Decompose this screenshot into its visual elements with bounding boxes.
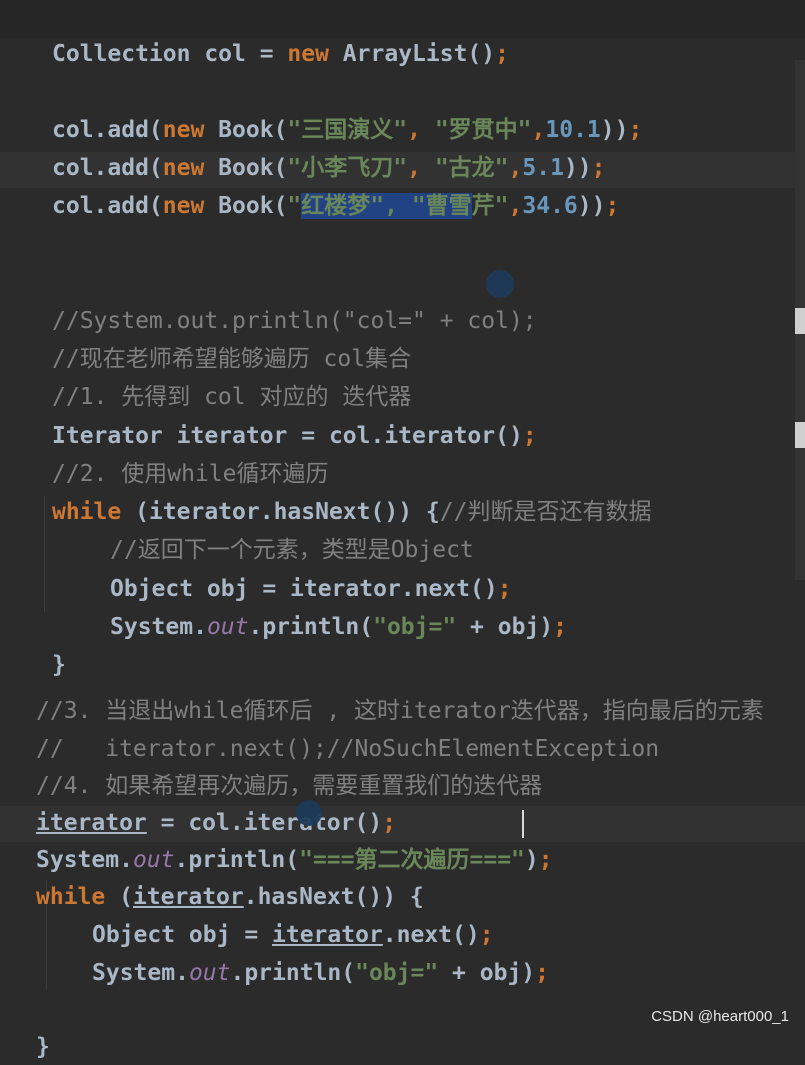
semicolon: ;	[628, 117, 643, 143]
code-text: System.	[110, 614, 207, 640]
code-line-4[interactable]: col.add(new Book("红楼梦", "曹雪芹",34.6));	[52, 152, 619, 219]
code-text: Book(	[204, 193, 288, 219]
string-literal: "	[287, 193, 302, 219]
mouse-cursor-icon	[296, 800, 322, 826]
text-selection[interactable]: 红楼梦", "曹雪	[301, 193, 472, 219]
mouse-cursor-icon	[486, 270, 514, 298]
code-text: ))	[577, 193, 606, 219]
code-line-1[interactable]: Collection col = new ArrayList();	[52, 0, 509, 67]
text-caret	[522, 810, 524, 838]
static-field: out	[206, 614, 249, 640]
semicolon: ;	[605, 193, 620, 219]
code-line-2[interactable]: col.add(new Book("三国演义", "罗贯中",10.1));	[52, 76, 642, 143]
code-text: .println(	[230, 960, 356, 986]
indent-guide	[44, 496, 45, 612]
code-line-6[interactable]: //现在老师希望能够遍历 col集合	[52, 305, 411, 372]
code-line-12[interactable]: Object obj = iterator.next();	[110, 535, 512, 602]
semicolon: ;	[538, 847, 553, 873]
string-literal: "obj="	[373, 614, 457, 640]
comma: ,	[508, 193, 523, 219]
code-text: ArrayList()	[328, 41, 496, 67]
static-field: out	[188, 960, 231, 986]
code-text: + obj)	[456, 614, 554, 640]
code-line-16[interactable]: // iterator.next();//NoSuchElementExcept…	[36, 695, 659, 762]
code-line-20[interactable]: while (iterator.hasNext()) {	[36, 843, 424, 910]
code-text: col.add(	[52, 193, 163, 219]
code-text: .println(	[248, 614, 374, 640]
string-literal: 芹"	[471, 193, 509, 219]
code-line-9[interactable]: //2. 使用while循环遍历	[52, 420, 328, 487]
string-literal: "	[511, 847, 525, 873]
code-line-10[interactable]: while (iterator.hasNext()) {//判断是否还有数据	[52, 458, 651, 525]
semicolon: ;	[535, 960, 549, 986]
code-line-18[interactable]: iterator = col.iterator();	[36, 769, 396, 836]
code-line-7[interactable]: //1. 先得到 col 对应的 迭代器	[52, 343, 411, 410]
semicolon: ;	[495, 41, 509, 67]
keyword-new: new	[287, 41, 329, 67]
code-line-22[interactable]: System.out.println("obj=" + obj);	[92, 919, 549, 986]
code-line-17[interactable]: //4. 如果希望再次遍历，需要重置我们的迭代器	[36, 732, 542, 799]
code-line-13[interactable]: System.out.println("obj=" + obj);	[110, 573, 567, 640]
code-line-5[interactable]: //System.out.println("col=" + col);	[52, 267, 537, 334]
semicolon: ;	[553, 614, 567, 640]
keyword-new: new	[162, 193, 205, 219]
code-line-3[interactable]: col.add(new Book("小李飞刀", "古龙",5.1));	[52, 114, 606, 181]
code-text: Collection col =	[52, 41, 288, 67]
semicolon: ;	[522, 423, 537, 449]
csdn-watermark: CSDN @heart000_1	[651, 1008, 789, 1025]
number-literal: 34.6	[522, 193, 578, 219]
string-literal: "obj="	[355, 960, 439, 986]
code-text: + obj)	[438, 960, 536, 986]
code-line-19[interactable]: System.out.println("===第二次遍历===");	[36, 806, 553, 873]
code-text: )	[524, 847, 539, 873]
code-line-15[interactable]: //3. 当退出while循环后 , 这时iterator迭代器，指向最后的元素	[36, 657, 764, 724]
code-line-8[interactable]: Iterator iterator = col.iterator();	[52, 382, 537, 449]
closing-brace: }	[36, 1034, 50, 1060]
code-line-21[interactable]: Object obj = iterator.next();	[92, 881, 494, 948]
code-line-23[interactable]: }	[36, 993, 50, 1060]
code-line-14[interactable]: }	[52, 611, 66, 678]
edge-glyph-1	[795, 308, 805, 334]
edge-glyph-2	[795, 422, 805, 448]
code-text: System.	[92, 960, 189, 986]
code-line-11[interactable]: //返回下一个元素，类型是Object	[110, 496, 474, 563]
